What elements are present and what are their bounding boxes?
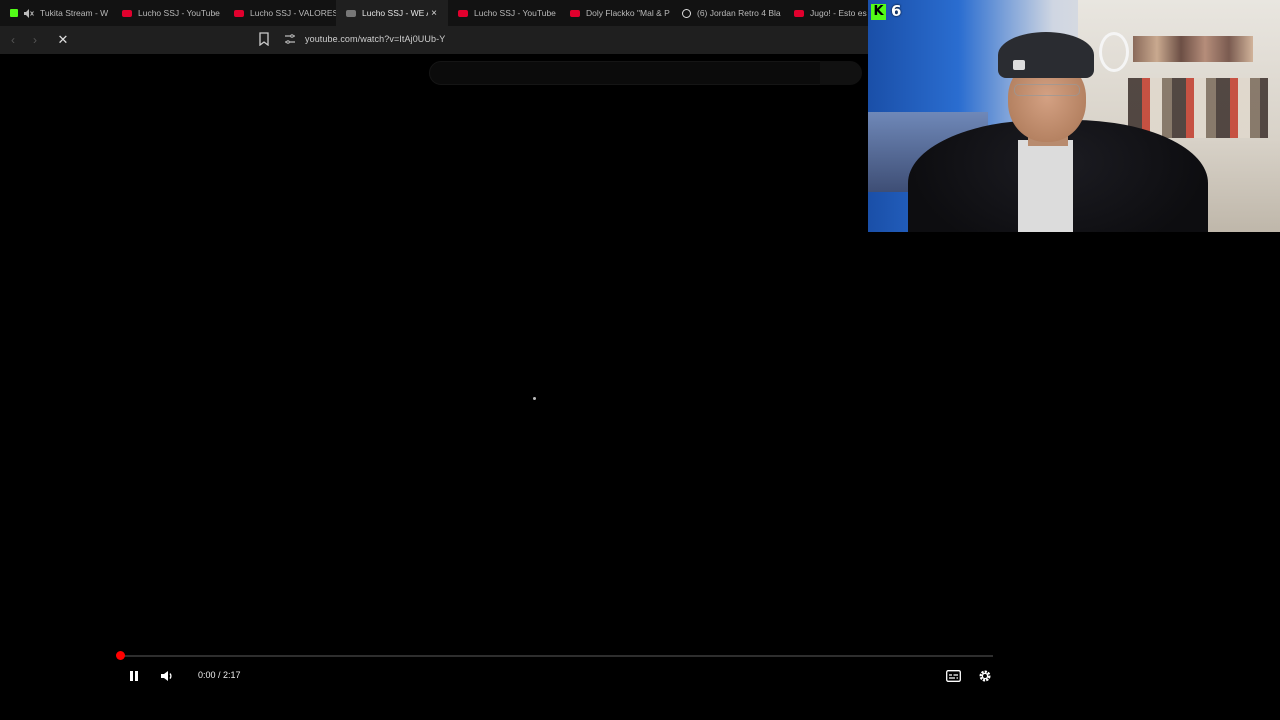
youtube-icon	[458, 9, 468, 17]
tab-title: (6) Jordan Retro 4 Bla	[697, 8, 781, 18]
bookmark-icon	[259, 32, 269, 47]
tab-title: Lucho SSJ - YouTube	[474, 8, 556, 18]
tab-1[interactable]: Lucho SSJ - YouTube	[112, 0, 224, 26]
settings-button[interactable]	[977, 668, 993, 684]
streamer-shirt	[1018, 140, 1073, 232]
wall-posters	[1133, 36, 1253, 62]
webcam-overlay: K 6	[868, 0, 1280, 232]
tab-3-active[interactable]: Lucho SSJ - WE AR ×	[336, 0, 448, 26]
gear-icon	[979, 670, 991, 682]
site-info-button[interactable]	[284, 33, 296, 45]
current-time: 0:00	[198, 670, 216, 680]
duration: 2:17	[223, 670, 241, 680]
stop-loading-button[interactable]: ✕	[54, 31, 72, 49]
subtitles-button[interactable]	[945, 668, 961, 684]
tab-title: Lucho SSJ - VALORES	[250, 8, 336, 18]
tab-4[interactable]: Lucho SSJ - YouTube	[448, 0, 560, 26]
search-input[interactable]	[429, 61, 821, 85]
pause-icon	[130, 671, 138, 681]
chevron-right-icon: ›	[33, 33, 37, 47]
tab-6[interactable]: (6) Jordan Retro 4 Bla	[672, 0, 784, 26]
search-button[interactable]	[820, 61, 862, 85]
subtitles-icon	[945, 670, 961, 682]
scrubber-handle[interactable]	[116, 651, 125, 660]
volume-icon	[161, 671, 172, 681]
player-controls: 0:00 / 2:17	[113, 664, 994, 688]
video-player[interactable]	[113, 106, 994, 694]
forward-button[interactable]: ›	[26, 31, 44, 49]
youtube-icon	[122, 9, 132, 17]
bookmark-button[interactable]	[258, 32, 270, 47]
youtube-icon	[346, 9, 356, 17]
tab-7[interactable]: Jugo! - Esto es tra	[784, 0, 868, 26]
tune-icon	[285, 34, 295, 44]
sneaker-shelf	[1128, 78, 1268, 138]
youtube-icon	[234, 9, 244, 17]
progress-bar[interactable]	[120, 655, 993, 657]
loading-spinner	[533, 397, 536, 400]
tab-title: Lucho SSJ - WE AR	[362, 8, 428, 18]
tab-title: Tukita Stream - W	[40, 8, 109, 18]
time-separator: /	[215, 670, 224, 680]
tab-strip: Tukita Stream - W Lucho SSJ - YouTube Lu…	[0, 0, 868, 26]
pause-button[interactable]	[126, 668, 142, 684]
close-icon: ✕	[57, 32, 69, 47]
youtube-icon	[570, 9, 580, 17]
tab-2[interactable]: Lucho SSJ - VALORES	[224, 0, 336, 26]
tab-0[interactable]: Tukita Stream - W	[0, 0, 112, 26]
tab-title: Doly Flackko "Mal & P	[586, 8, 670, 18]
kick-logo-icon: K	[871, 4, 886, 20]
muted-speaker-icon[interactable]	[24, 8, 34, 18]
browser-toolbar: ‹ › ✕ youtube.com/watch?v=ItAj0UUb-Y	[0, 26, 868, 54]
volume-button[interactable]	[159, 668, 175, 684]
cap-logo	[1013, 60, 1025, 70]
time-display: 0:00 / 2:17	[198, 670, 241, 680]
tab-5[interactable]: Doly Flackko "Mal & P	[560, 0, 672, 26]
chevron-left-icon: ‹	[11, 33, 15, 47]
tab-title: Jugo! - Esto es tra	[810, 8, 868, 18]
youtube-icon	[794, 9, 804, 17]
back-button[interactable]: ‹	[4, 31, 22, 49]
tab-title: Lucho SSJ - YouTube	[138, 8, 220, 18]
globe-icon	[682, 8, 691, 18]
ring-light	[1099, 32, 1129, 72]
streamer-glasses	[1014, 84, 1080, 96]
address-bar-url[interactable]: youtube.com/watch?v=ItAj0UUb-Y	[305, 34, 445, 44]
close-tab-icon[interactable]: ×	[428, 8, 440, 19]
viewer-count: 6	[891, 2, 902, 20]
streamer-cap	[998, 32, 1094, 78]
kick-icon	[10, 9, 18, 17]
